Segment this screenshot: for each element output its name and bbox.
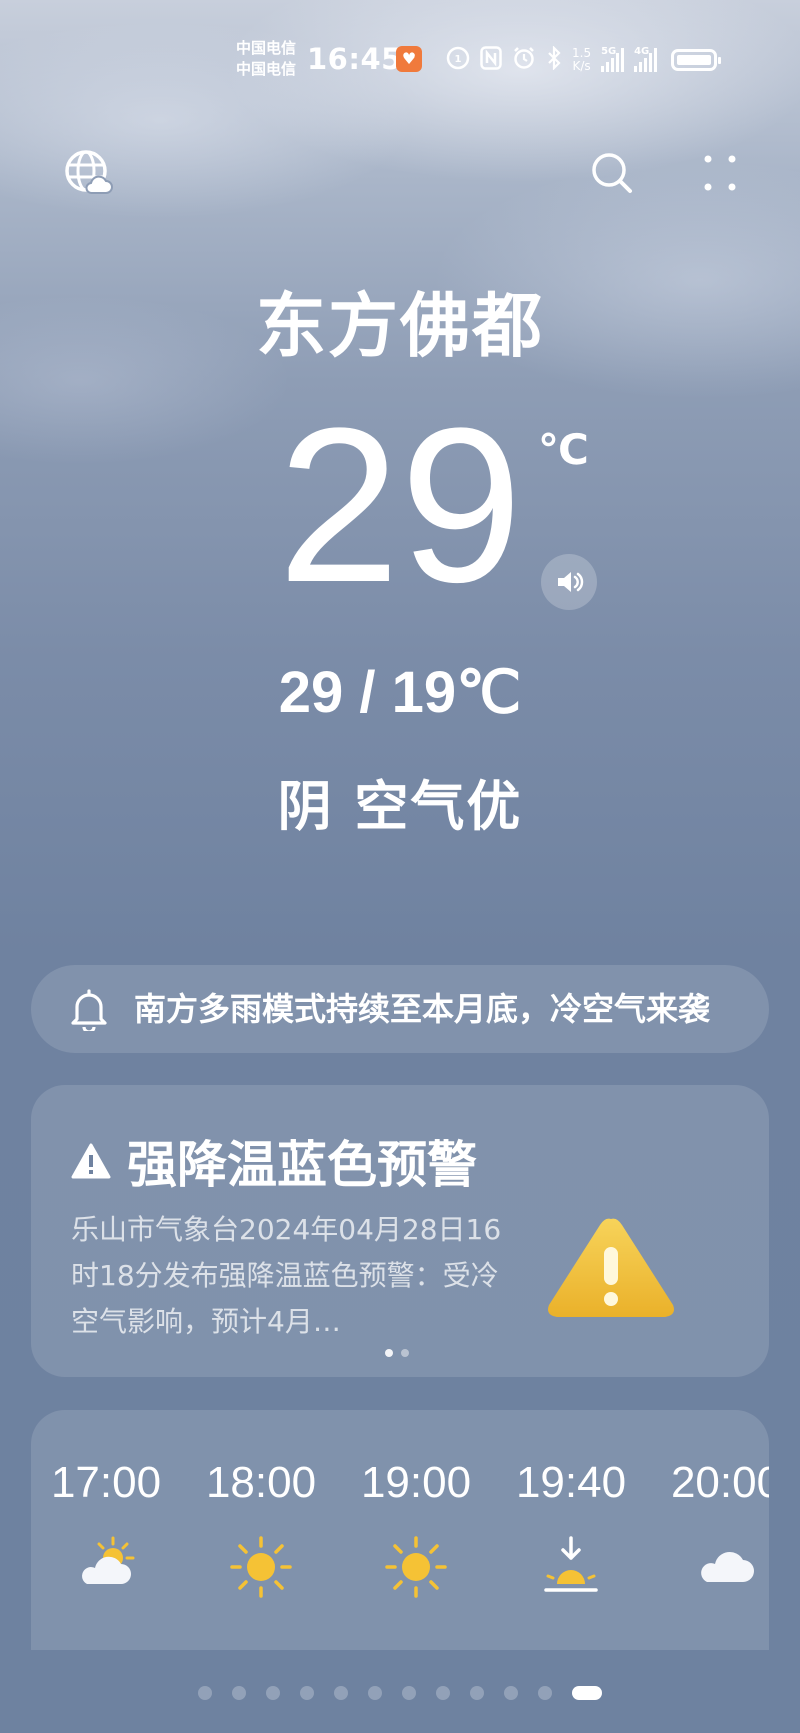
signal-5g-icon: 5G bbox=[601, 46, 625, 72]
weather-warning-card[interactable]: 强降温蓝色预警 乐山市气象台2024年04月28日16时18分发布强降温蓝色预警… bbox=[31, 1085, 769, 1377]
speaker-icon bbox=[558, 572, 584, 592]
hour-time: 20:00 bbox=[670, 1458, 769, 1507]
svg-text:1: 1 bbox=[455, 54, 462, 65]
news-text: 南方多雨模式持续至本月底，冷空气来袭 bbox=[134, 990, 711, 1028]
hour-time: 18:00 bbox=[205, 1458, 317, 1507]
net-speed: 1.5 K/s bbox=[572, 46, 592, 73]
voice-broadcast-button[interactable] bbox=[541, 554, 597, 610]
carrier-labels: 中国电信 中国电信 bbox=[236, 38, 296, 80]
carrier-2: 中国电信 bbox=[236, 60, 297, 78]
current-temperature: 29 bbox=[277, 382, 523, 628]
sunset-icon bbox=[496, 1534, 646, 1600]
search-icon bbox=[592, 153, 632, 193]
globe-cloud-icon bbox=[65, 150, 113, 194]
carrier-1: 中国电信 bbox=[236, 39, 297, 57]
city-name[interactable]: 东方佛都 bbox=[0, 270, 800, 371]
health-app-icon: ♥ bbox=[396, 46, 422, 72]
hourly-forecast-card[interactable]: 17:00 18:00 19:00 19:40 20:00 bbox=[31, 1410, 769, 1650]
warning-page-indicator bbox=[385, 1349, 409, 1357]
city-page-indicator[interactable] bbox=[0, 1686, 800, 1700]
status-bar: 中国电信 中国电信 16:45 ♥ 1 1.5 K/s 5G 4G bbox=[0, 38, 800, 82]
bluetooth-icon bbox=[546, 44, 562, 75]
alarm-icon bbox=[512, 46, 536, 75]
page-dot[interactable] bbox=[538, 1686, 552, 1700]
cloudy-icon bbox=[651, 1534, 769, 1590]
page-dot[interactable] bbox=[232, 1686, 246, 1700]
alert-triangle-icon bbox=[71, 1143, 111, 1179]
page-dot[interactable] bbox=[198, 1686, 212, 1700]
hour-time: 19:00 bbox=[360, 1458, 472, 1507]
hour-item[interactable]: 20:00 bbox=[651, 1410, 769, 1590]
page-dot[interactable] bbox=[402, 1686, 416, 1700]
battery-icon bbox=[671, 49, 722, 71]
more-options-button[interactable] bbox=[692, 145, 748, 201]
hour-time: 17:00 bbox=[50, 1458, 162, 1507]
status-clock: 16:45 bbox=[307, 42, 402, 76]
search-button[interactable] bbox=[584, 145, 640, 201]
page-dot[interactable] bbox=[504, 1686, 518, 1700]
bell-icon bbox=[69, 987, 109, 1035]
page-dot[interactable] bbox=[436, 1686, 450, 1700]
status-icons: 1 1.5 K/s 5G 4G bbox=[446, 44, 722, 76]
page-dot[interactable] bbox=[470, 1686, 484, 1700]
warning-title: 强降温蓝色预警 bbox=[127, 1136, 477, 1194]
signal-4g-icon: 4G bbox=[634, 46, 658, 72]
temperature-range: 29 / 19℃ bbox=[278, 660, 522, 725]
hour-time: 19:40 bbox=[515, 1458, 627, 1507]
nfc-icon bbox=[480, 45, 502, 75]
city-management-button[interactable] bbox=[60, 145, 116, 201]
page-dot[interactable] bbox=[334, 1686, 348, 1700]
page-dot-active[interactable] bbox=[572, 1686, 602, 1700]
hour-item[interactable]: 19:00 bbox=[341, 1410, 491, 1600]
page-dot[interactable] bbox=[300, 1686, 314, 1700]
hour-item[interactable]: 19:40 bbox=[496, 1410, 646, 1600]
warning-title-row: 强降温蓝色预警 bbox=[71, 1125, 477, 1197]
weather-news-banner[interactable]: 南方多雨模式持续至本月底，冷空气来袭 bbox=[31, 965, 769, 1053]
hd-call-icon: 1 bbox=[446, 46, 470, 75]
warning-level-icon bbox=[541, 1213, 681, 1327]
more-dots-icon bbox=[704, 155, 736, 191]
hour-item[interactable]: 17:00 bbox=[31, 1410, 181, 1590]
partly-cloudy-icon bbox=[31, 1534, 181, 1590]
sunny-icon bbox=[341, 1534, 491, 1600]
temperature-unit: ℃ bbox=[538, 425, 589, 474]
weather-condition: 阴 空气优 bbox=[277, 775, 523, 838]
warning-description: 乐山市气象台2024年04月28日16时18分发布强降温蓝色预警：受冷空气影响，… bbox=[71, 1213, 502, 1338]
hour-item[interactable]: 18:00 bbox=[186, 1410, 336, 1600]
page-dot[interactable] bbox=[368, 1686, 382, 1700]
page-dot[interactable] bbox=[266, 1686, 280, 1700]
sunny-icon bbox=[186, 1534, 336, 1600]
